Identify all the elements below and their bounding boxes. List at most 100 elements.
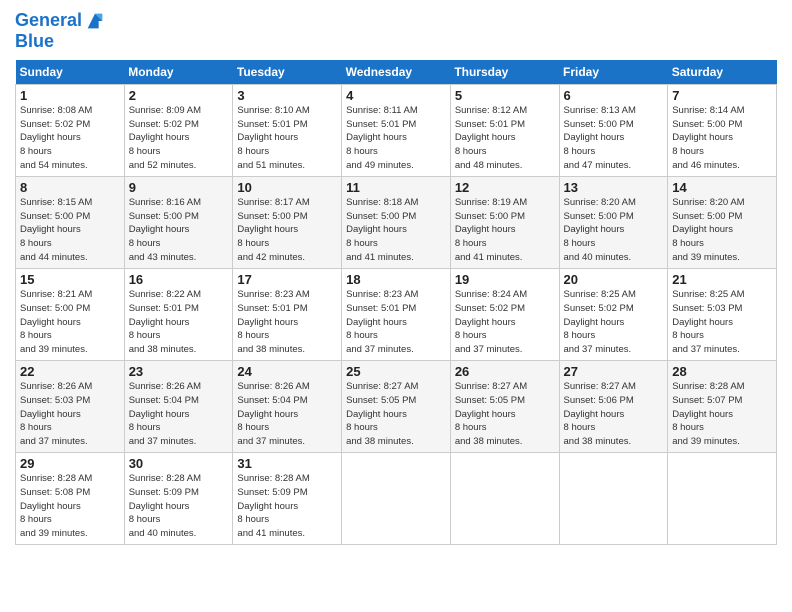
day-detail: Sunrise: 8:08 AMSunset: 5:02 PMDaylight … xyxy=(20,105,92,171)
calendar-cell: 3 Sunrise: 8:10 AMSunset: 5:01 PMDayligh… xyxy=(233,84,342,176)
day-number: 16 xyxy=(129,272,229,287)
day-number: 30 xyxy=(129,456,229,471)
day-detail: Sunrise: 8:15 AMSunset: 5:00 PMDaylight … xyxy=(20,197,92,263)
calendar-week-1: 1 Sunrise: 8:08 AMSunset: 5:02 PMDayligh… xyxy=(16,84,777,176)
day-header-thursday: Thursday xyxy=(450,60,559,85)
calendar-cell: 13 Sunrise: 8:20 AMSunset: 5:00 PMDaylig… xyxy=(559,176,668,268)
logo: General Blue xyxy=(15,10,106,52)
day-detail: Sunrise: 8:13 AMSunset: 5:00 PMDaylight … xyxy=(564,105,636,171)
day-detail: Sunrise: 8:11 AMSunset: 5:01 PMDaylight … xyxy=(346,105,418,171)
day-detail: Sunrise: 8:09 AMSunset: 5:02 PMDaylight … xyxy=(129,105,201,171)
day-detail: Sunrise: 8:28 AMSunset: 5:09 PMDaylight … xyxy=(237,473,309,539)
calendar-cell: 30 Sunrise: 8:28 AMSunset: 5:09 PMDaylig… xyxy=(124,453,233,545)
calendar-week-4: 22 Sunrise: 8:26 AMSunset: 5:03 PMDaylig… xyxy=(16,360,777,452)
calendar-cell: 11 Sunrise: 8:18 AMSunset: 5:00 PMDaylig… xyxy=(342,176,451,268)
day-number: 9 xyxy=(129,180,229,195)
day-detail: Sunrise: 8:10 AMSunset: 5:01 PMDaylight … xyxy=(237,105,309,171)
day-detail: Sunrise: 8:25 AMSunset: 5:03 PMDaylight … xyxy=(672,289,744,355)
day-header-tuesday: Tuesday xyxy=(233,60,342,85)
calendar-cell: 7 Sunrise: 8:14 AMSunset: 5:00 PMDayligh… xyxy=(668,84,777,176)
logo-text: General xyxy=(15,11,82,31)
day-detail: Sunrise: 8:24 AMSunset: 5:02 PMDaylight … xyxy=(455,289,527,355)
calendar-cell: 18 Sunrise: 8:23 AMSunset: 5:01 PMDaylig… xyxy=(342,268,451,360)
day-header-sunday: Sunday xyxy=(16,60,125,85)
day-detail: Sunrise: 8:27 AMSunset: 5:05 PMDaylight … xyxy=(346,381,418,447)
day-number: 19 xyxy=(455,272,555,287)
day-number: 14 xyxy=(672,180,772,195)
calendar-cell xyxy=(668,453,777,545)
day-number: 13 xyxy=(564,180,664,195)
day-number: 29 xyxy=(20,456,120,471)
calendar-cell: 5 Sunrise: 8:12 AMSunset: 5:01 PMDayligh… xyxy=(450,84,559,176)
page-container: General Blue SundayMondayTuesdayWednesda… xyxy=(0,0,792,550)
day-number: 23 xyxy=(129,364,229,379)
day-number: 12 xyxy=(455,180,555,195)
calendar-cell: 27 Sunrise: 8:27 AMSunset: 5:06 PMDaylig… xyxy=(559,360,668,452)
day-detail: Sunrise: 8:26 AMSunset: 5:04 PMDaylight … xyxy=(129,381,201,447)
day-detail: Sunrise: 8:28 AMSunset: 5:09 PMDaylight … xyxy=(129,473,201,539)
day-number: 21 xyxy=(672,272,772,287)
calendar-cell: 1 Sunrise: 8:08 AMSunset: 5:02 PMDayligh… xyxy=(16,84,125,176)
logo-blue-text: Blue xyxy=(15,32,106,52)
day-detail: Sunrise: 8:28 AMSunset: 5:08 PMDaylight … xyxy=(20,473,92,539)
day-number: 24 xyxy=(237,364,337,379)
day-number: 10 xyxy=(237,180,337,195)
calendar-cell: 24 Sunrise: 8:26 AMSunset: 5:04 PMDaylig… xyxy=(233,360,342,452)
day-number: 4 xyxy=(346,88,446,103)
calendar-cell: 25 Sunrise: 8:27 AMSunset: 5:05 PMDaylig… xyxy=(342,360,451,452)
day-detail: Sunrise: 8:25 AMSunset: 5:02 PMDaylight … xyxy=(564,289,636,355)
day-number: 3 xyxy=(237,88,337,103)
day-number: 15 xyxy=(20,272,120,287)
calendar-cell: 6 Sunrise: 8:13 AMSunset: 5:00 PMDayligh… xyxy=(559,84,668,176)
day-detail: Sunrise: 8:26 AMSunset: 5:03 PMDaylight … xyxy=(20,381,92,447)
day-detail: Sunrise: 8:20 AMSunset: 5:00 PMDaylight … xyxy=(564,197,636,263)
day-detail: Sunrise: 8:20 AMSunset: 5:00 PMDaylight … xyxy=(672,197,744,263)
day-detail: Sunrise: 8:14 AMSunset: 5:00 PMDaylight … xyxy=(672,105,744,171)
calendar-cell: 12 Sunrise: 8:19 AMSunset: 5:00 PMDaylig… xyxy=(450,176,559,268)
day-header-monday: Monday xyxy=(124,60,233,85)
logo-icon xyxy=(84,10,106,32)
day-detail: Sunrise: 8:18 AMSunset: 5:00 PMDaylight … xyxy=(346,197,418,263)
day-number: 22 xyxy=(20,364,120,379)
calendar-cell: 29 Sunrise: 8:28 AMSunset: 5:08 PMDaylig… xyxy=(16,453,125,545)
calendar-table: SundayMondayTuesdayWednesdayThursdayFrid… xyxy=(15,60,777,545)
day-number: 5 xyxy=(455,88,555,103)
calendar-cell: 15 Sunrise: 8:21 AMSunset: 5:00 PMDaylig… xyxy=(16,268,125,360)
calendar-cell: 14 Sunrise: 8:20 AMSunset: 5:00 PMDaylig… xyxy=(668,176,777,268)
day-detail: Sunrise: 8:23 AMSunset: 5:01 PMDaylight … xyxy=(346,289,418,355)
day-detail: Sunrise: 8:28 AMSunset: 5:07 PMDaylight … xyxy=(672,381,744,447)
calendar-cell: 9 Sunrise: 8:16 AMSunset: 5:00 PMDayligh… xyxy=(124,176,233,268)
calendar-cell xyxy=(450,453,559,545)
day-header-friday: Friday xyxy=(559,60,668,85)
day-detail: Sunrise: 8:19 AMSunset: 5:00 PMDaylight … xyxy=(455,197,527,263)
calendar-week-5: 29 Sunrise: 8:28 AMSunset: 5:08 PMDaylig… xyxy=(16,453,777,545)
calendar-cell: 26 Sunrise: 8:27 AMSunset: 5:05 PMDaylig… xyxy=(450,360,559,452)
day-detail: Sunrise: 8:16 AMSunset: 5:00 PMDaylight … xyxy=(129,197,201,263)
day-number: 6 xyxy=(564,88,664,103)
calendar-cell: 4 Sunrise: 8:11 AMSunset: 5:01 PMDayligh… xyxy=(342,84,451,176)
day-detail: Sunrise: 8:12 AMSunset: 5:01 PMDaylight … xyxy=(455,105,527,171)
day-number: 26 xyxy=(455,364,555,379)
calendar-cell xyxy=(342,453,451,545)
day-number: 20 xyxy=(564,272,664,287)
day-number: 7 xyxy=(672,88,772,103)
calendar-cell: 8 Sunrise: 8:15 AMSunset: 5:00 PMDayligh… xyxy=(16,176,125,268)
day-number: 8 xyxy=(20,180,120,195)
day-detail: Sunrise: 8:23 AMSunset: 5:01 PMDaylight … xyxy=(237,289,309,355)
calendar-cell: 21 Sunrise: 8:25 AMSunset: 5:03 PMDaylig… xyxy=(668,268,777,360)
page-header: General Blue xyxy=(15,10,777,52)
header-row: SundayMondayTuesdayWednesdayThursdayFrid… xyxy=(16,60,777,85)
day-number: 18 xyxy=(346,272,446,287)
calendar-cell: 17 Sunrise: 8:23 AMSunset: 5:01 PMDaylig… xyxy=(233,268,342,360)
calendar-cell: 31 Sunrise: 8:28 AMSunset: 5:09 PMDaylig… xyxy=(233,453,342,545)
day-detail: Sunrise: 8:27 AMSunset: 5:05 PMDaylight … xyxy=(455,381,527,447)
day-header-wednesday: Wednesday xyxy=(342,60,451,85)
calendar-cell xyxy=(559,453,668,545)
day-detail: Sunrise: 8:21 AMSunset: 5:00 PMDaylight … xyxy=(20,289,92,355)
day-detail: Sunrise: 8:17 AMSunset: 5:00 PMDaylight … xyxy=(237,197,309,263)
day-detail: Sunrise: 8:26 AMSunset: 5:04 PMDaylight … xyxy=(237,381,309,447)
calendar-cell: 10 Sunrise: 8:17 AMSunset: 5:00 PMDaylig… xyxy=(233,176,342,268)
calendar-cell: 28 Sunrise: 8:28 AMSunset: 5:07 PMDaylig… xyxy=(668,360,777,452)
day-number: 1 xyxy=(20,88,120,103)
day-detail: Sunrise: 8:22 AMSunset: 5:01 PMDaylight … xyxy=(129,289,201,355)
